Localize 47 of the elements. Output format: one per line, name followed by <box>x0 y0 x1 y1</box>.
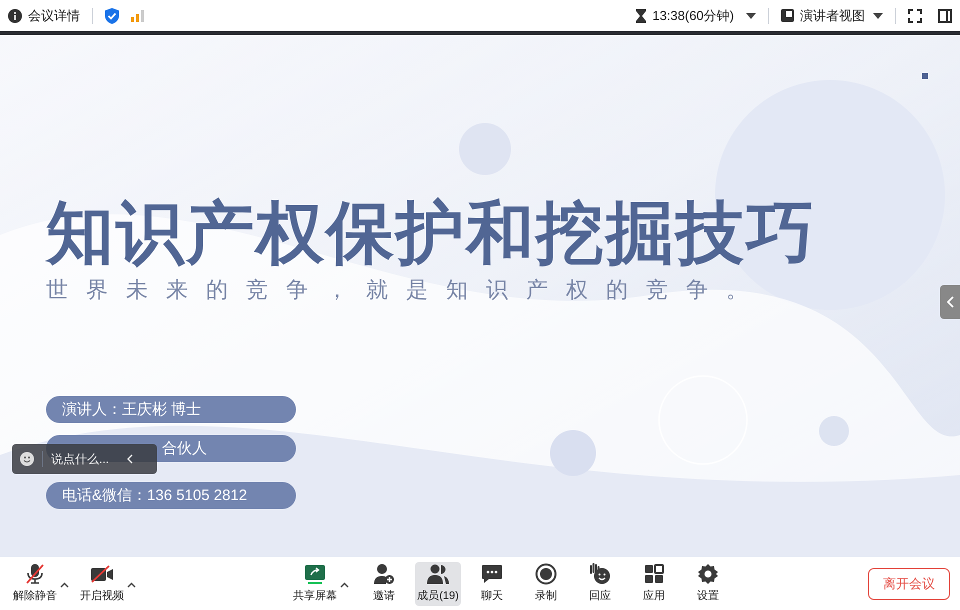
collapse-icon[interactable] <box>127 454 133 464</box>
hourglass-icon <box>636 8 646 22</box>
toolbar-button[interactable]: 邀请 <box>361 562 407 606</box>
chat-bar[interactable]: 说点什么... <box>12 444 157 474</box>
record-icon <box>535 562 557 585</box>
toolbar-button[interactable]: 开启视频 <box>77 562 127 606</box>
hand-smiley-icon <box>589 562 611 585</box>
slide-subtitle: 世界未来的竞争，就是知识产权的竞争。 <box>46 276 766 304</box>
people-icon <box>426 564 450 584</box>
speaker-info-label: 电话&微信：136 5105 2812 <box>46 482 296 509</box>
leave-meeting-button[interactable]: 离开会议 <box>868 568 950 600</box>
camera-off-icon <box>90 564 114 584</box>
shield-icon[interactable] <box>105 8 119 24</box>
layout-icon <box>781 9 794 22</box>
view-mode-menu[interactable]: 演讲者视图 <box>800 6 865 26</box>
caret-up-icon[interactable] <box>60 582 69 588</box>
caret-up-icon[interactable] <box>340 582 349 588</box>
meeting-timer: 13:38(60分钟) <box>652 6 734 25</box>
info-icon <box>8 8 22 22</box>
toolbar-button[interactable]: 回应 <box>577 562 623 606</box>
toolbar-button[interactable]: 录制 <box>523 562 569 606</box>
grid-icon <box>644 564 664 584</box>
toolbar-button[interactable]: 共享屏幕 <box>290 562 340 606</box>
chevron-left-icon <box>946 296 954 308</box>
toolbar-button[interactable]: 成员(19) <box>415 562 461 606</box>
caret-icon[interactable] <box>746 12 756 18</box>
sphere-drawing <box>550 430 596 476</box>
sphere-drawing <box>819 416 849 446</box>
person-add-icon <box>373 562 395 585</box>
side-panel-toggle[interactable] <box>940 285 960 319</box>
fullscreen-icon[interactable] <box>908 8 922 22</box>
sidebar-toggle-icon[interactable] <box>938 8 952 22</box>
chat-bubble-icon <box>481 564 503 584</box>
slide-title: 知识产权保护和挖掘技巧 <box>46 195 816 271</box>
microphone-muted-icon <box>24 562 46 585</box>
share-screen-icon <box>304 564 326 584</box>
settings-icon <box>697 562 719 585</box>
toolbar-button[interactable]: 解除静音 <box>10 562 60 606</box>
emoji-icon[interactable] <box>20 452 34 466</box>
toolbar-button[interactable]: 聊天 <box>469 562 515 606</box>
caret-icon[interactable] <box>873 12 883 18</box>
toolbar-button[interactable]: 应用 <box>631 562 677 606</box>
meeting-info-link[interactable]: 会议详情 <box>28 6 80 26</box>
caret-up-icon[interactable] <box>127 582 136 588</box>
toolbar-button[interactable]: 设置 <box>685 562 731 606</box>
square-mark <box>922 73 928 79</box>
speaker-info-label: 演讲人：王庆彬 博士 <box>46 396 296 423</box>
